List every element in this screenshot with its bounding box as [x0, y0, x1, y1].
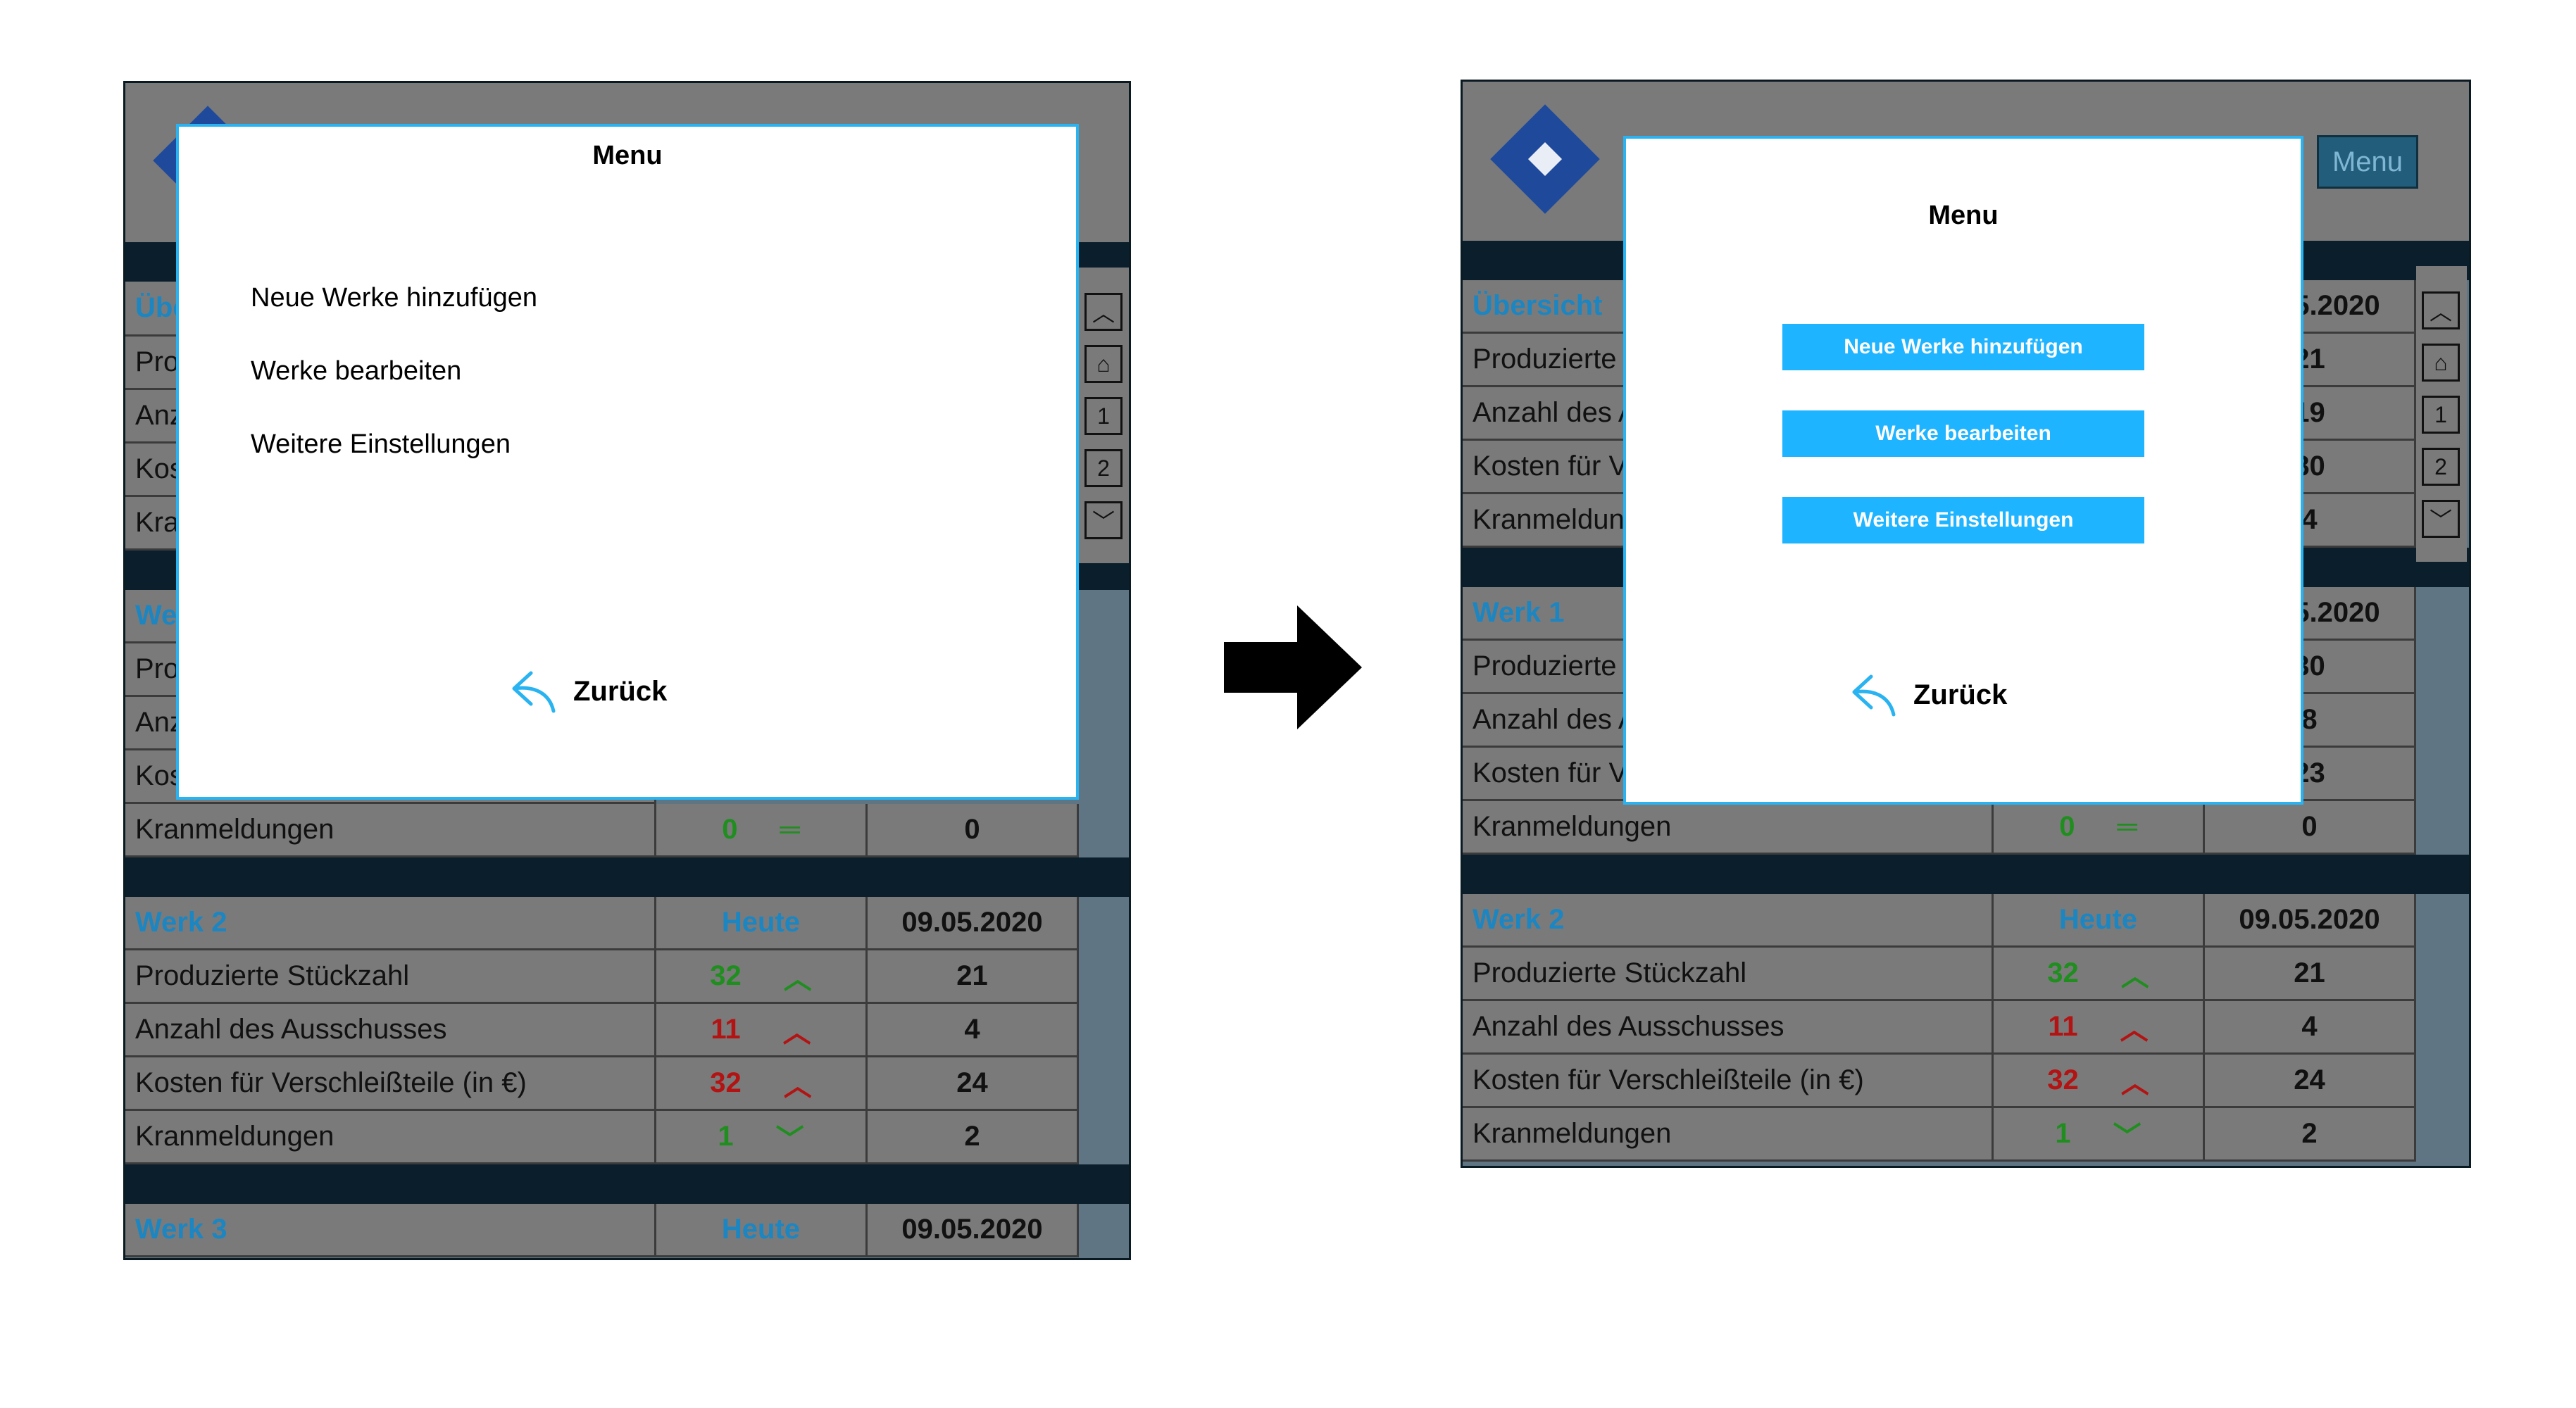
menu-item-settings[interactable]: Weitere Einstellungen — [251, 429, 511, 460]
today-value: 32 — [2047, 1064, 2079, 1095]
today-value: 11 — [711, 1014, 741, 1045]
dashboard-after: Menu Übersicht 09.05.2020 Produzierte St… — [1461, 80, 2471, 1168]
add-plants-button[interactable]: Neue Werke hinzufügen — [1782, 324, 2144, 370]
back-label: Zurück — [573, 675, 668, 707]
settings-button[interactable]: Weitere Einstellungen — [1782, 497, 2144, 543]
scroll-down-icon[interactable]: ﹀ — [1084, 501, 1123, 539]
menu-item-add-plants[interactable]: Neue Werke hinzufügen — [251, 283, 537, 313]
werk2-today-cell: 1 ﹀ — [656, 1111, 868, 1164]
werk2-row-label: Kosten für Verschleißteile (in €) — [1463, 1055, 1994, 1108]
werk2-value-cell: 4 — [2205, 1001, 2416, 1055]
section-separator — [125, 1164, 1129, 1204]
menu-item-edit-plants[interactable]: Werke bearbeiten — [251, 356, 461, 386]
dashboard-before: Übersicht Produzierte Stückzahl Anzahl d… — [123, 81, 1131, 1260]
werk1-row-label: Kranmeldungen — [125, 804, 656, 857]
werk2-title: Werk 2 — [1463, 894, 1994, 948]
reply-arrow-icon — [512, 671, 556, 713]
werk1-row-label: Kranmeldungen — [1463, 801, 1994, 855]
werk2-value-cell: 4 — [868, 1004, 1079, 1057]
werk2-today-cell: 32 ︿ — [1994, 948, 2205, 1001]
werk3-today-header: Heute — [656, 1204, 868, 1257]
page-2-button[interactable]: 2 — [2422, 448, 2460, 486]
trend-down-icon: ﹀ — [2113, 1121, 2142, 1152]
werk2-today-cell: 32 ︿ — [656, 1057, 868, 1111]
werk2-row-label: Kosten für Verschleißteile (in €) — [125, 1057, 656, 1111]
menu-button[interactable]: Menu — [2317, 135, 2418, 189]
logo-icon — [1490, 104, 1600, 214]
werk2-value-cell: 21 — [2205, 948, 2416, 1001]
menu-modal: Menu Neue Werke hinzufügen Werke bearbei… — [1623, 136, 2303, 805]
today-value: 0 — [722, 814, 738, 845]
scroll-up-icon[interactable]: ︿ — [2422, 291, 2460, 329]
trend-up-icon: ︿ — [2120, 960, 2149, 992]
werk3-date: 09.05.2020 — [868, 1204, 1079, 1257]
today-value: 11 — [2048, 1011, 2078, 1042]
werk2-today-header: Heute — [656, 897, 868, 950]
menu-title: Menu — [592, 141, 663, 170]
trend-down-icon: ﹀ — [775, 1124, 804, 1155]
today-value: 1 — [718, 1121, 734, 1152]
trend-up-icon: ︿ — [782, 1017, 811, 1048]
section-separator — [125, 857, 1129, 897]
right-arrow-icon — [1224, 605, 1362, 729]
page-2-button[interactable]: 2 — [1084, 449, 1123, 487]
werk2-title: Werk 2 — [125, 897, 656, 950]
today-value: 32 — [710, 1067, 742, 1098]
trend-equal-icon: ═ — [2117, 811, 2137, 842]
page-1-button[interactable]: 1 — [2422, 396, 2460, 434]
werk1-value-cell: 0 — [868, 804, 1079, 857]
werk1-value-cell: 0 — [2205, 801, 2416, 855]
today-value: 0 — [2059, 811, 2075, 842]
section-separator — [1463, 855, 2469, 894]
werk2-date: 09.05.2020 — [868, 897, 1079, 950]
trend-up-icon: ︿ — [2120, 1014, 2149, 1045]
werk2-row-label: Kranmeldungen — [125, 1111, 656, 1164]
trend-up-icon: ︿ — [2120, 1067, 2149, 1099]
werk2-today-cell: 11 ︿ — [1994, 1001, 2205, 1055]
werk2-row-label: Produzierte Stückzahl — [125, 950, 656, 1004]
werk2-value-cell: 24 — [2205, 1055, 2416, 1108]
scroll-up-icon[interactable]: ︿ — [1084, 293, 1123, 331]
werk2-date: 09.05.2020 — [2205, 894, 2416, 948]
werk1-today-cell: 0 ═ — [656, 804, 868, 857]
werk2-row-label: Produzierte Stückzahl — [1463, 948, 1994, 1001]
edit-plants-button[interactable]: Werke bearbeiten — [1782, 410, 2144, 457]
werk2-row-label: Kranmeldungen — [1463, 1108, 1994, 1162]
today-value: 1 — [2055, 1118, 2071, 1149]
scroll-down-icon[interactable]: ﹀ — [2422, 500, 2460, 538]
werk2-value-cell: 2 — [868, 1111, 1079, 1164]
werk2-today-cell: 32 ︿ — [1994, 1055, 2205, 1108]
trend-up-icon: ︿ — [783, 1070, 812, 1102]
werk3-title: Werk 3 — [125, 1204, 656, 1257]
werk2-value-cell: 24 — [868, 1057, 1079, 1111]
werk2-row-label: Anzahl des Ausschusses — [1463, 1001, 1994, 1055]
page-1-button[interactable]: 1 — [1084, 397, 1123, 435]
trend-equal-icon: ═ — [780, 814, 800, 845]
werk1-today-cell: 0 ═ — [1994, 801, 2205, 855]
werk2-row-label: Anzahl des Ausschusses — [125, 1004, 656, 1057]
today-value: 32 — [710, 960, 742, 991]
back-button[interactable]: Zurück — [1850, 672, 2007, 717]
menu-modal: Menu Neue Werke hinzufügen Werke bearbei… — [176, 124, 1079, 800]
werk2-value-cell: 2 — [2205, 1108, 2416, 1162]
home-icon[interactable]: ⌂ — [1084, 345, 1123, 383]
reply-arrow-icon — [1852, 674, 1896, 717]
werk2-today-cell: 11 ︿ — [656, 1004, 868, 1057]
werk2-value-cell: 21 — [868, 950, 1079, 1004]
menu-title: Menu — [1928, 201, 1999, 230]
werk2-today-header: Heute — [1994, 894, 2205, 948]
home-icon[interactable]: ⌂ — [2422, 344, 2460, 382]
trend-up-icon: ︿ — [783, 963, 812, 995]
werk2-today-cell: 1 ﹀ — [1994, 1108, 2205, 1162]
back-label: Zurück — [1913, 679, 2008, 710]
back-button[interactable]: Zurück — [510, 669, 667, 714]
werk2-today-cell: 32 ︿ — [656, 950, 868, 1004]
today-value: 32 — [2047, 957, 2079, 988]
